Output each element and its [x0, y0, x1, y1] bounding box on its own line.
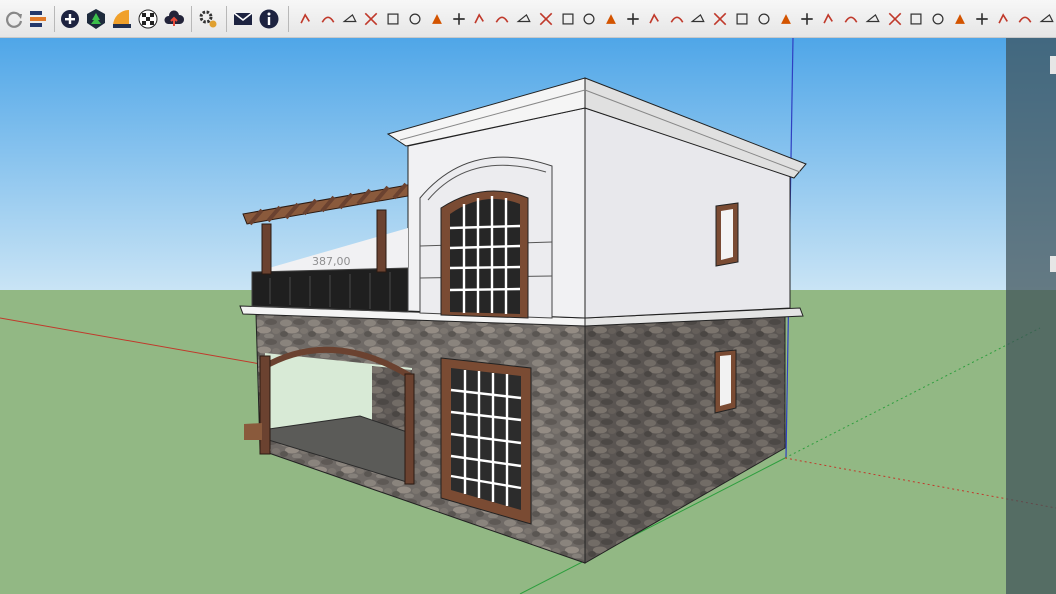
refresh-icon[interactable]	[2, 7, 26, 31]
extension-tool-31-icon[interactable]	[950, 7, 970, 31]
extension-tool-9-icon[interactable]	[470, 7, 490, 31]
checker-material-icon[interactable]	[136, 7, 160, 31]
extension-tool-5-icon[interactable]	[383, 7, 403, 31]
tree-shield-icon[interactable]	[84, 7, 108, 31]
scrollbar-marker	[1050, 256, 1056, 272]
pergola-post-left	[261, 223, 272, 275]
extension-tool-19-icon[interactable]	[688, 7, 708, 31]
extension-tool-14-icon[interactable]	[579, 7, 599, 31]
extension-tool-10-icon[interactable]	[492, 7, 512, 31]
extension-tool-30-icon[interactable]	[928, 7, 948, 31]
upper-side-window-glass	[721, 209, 733, 260]
extension-tool-4-icon[interactable]	[361, 7, 381, 31]
extension-tool-7-icon[interactable]	[427, 7, 447, 31]
extension-tool-24-icon[interactable]	[797, 7, 817, 31]
layers-list-icon[interactable]	[26, 7, 50, 31]
extension-tool-12-icon[interactable]	[536, 7, 556, 31]
extension-tool-3-icon[interactable]	[340, 7, 360, 31]
upper-window-glass	[450, 198, 520, 314]
pergola-post-right	[376, 209, 387, 273]
extension-tool-27-icon[interactable]	[863, 7, 883, 31]
extension-tool-18-icon[interactable]	[667, 7, 687, 31]
toolbar-separator	[288, 6, 289, 32]
3d-scene	[0, 38, 1056, 594]
info-icon[interactable]	[257, 7, 281, 31]
gears-settings-icon[interactable]	[196, 7, 220, 31]
toolbar-separator	[226, 6, 227, 32]
mail-icon[interactable]	[231, 7, 255, 31]
scrollbar-marker	[1050, 56, 1056, 74]
extension-tool-32-icon[interactable]	[972, 7, 992, 31]
extension-tool-1-icon[interactable]	[296, 7, 316, 31]
sun-shadows-icon[interactable]	[110, 7, 134, 31]
extension-tool-16-icon[interactable]	[623, 7, 643, 31]
side-tray-panel	[1006, 38, 1056, 594]
extension-tool-22-icon[interactable]	[754, 7, 774, 31]
extension-tool-26-icon[interactable]	[841, 7, 861, 31]
toolbar-separator	[191, 6, 192, 32]
coordinate-readout: 387,00	[312, 255, 351, 268]
extension-tool-29-icon[interactable]	[906, 7, 926, 31]
extension-tool-11-icon[interactable]	[514, 7, 534, 31]
extension-tool-34-icon[interactable]	[1015, 7, 1035, 31]
extension-tool-8-icon[interactable]	[449, 7, 469, 31]
extension-tool-2-icon[interactable]	[318, 7, 338, 31]
extension-tool-33-icon[interactable]	[994, 7, 1014, 31]
toolbar-separator	[54, 6, 55, 32]
extension-tool-35-icon[interactable]	[1037, 7, 1056, 31]
extension-tool-17-icon[interactable]	[645, 7, 665, 31]
extension-tool-25-icon[interactable]	[819, 7, 839, 31]
porch-beam	[244, 423, 262, 440]
extension-tool-20-icon[interactable]	[710, 7, 730, 31]
porch-right-post	[404, 373, 415, 485]
extension-tool-15-icon[interactable]	[601, 7, 621, 31]
extension-tool-21-icon[interactable]	[732, 7, 752, 31]
add-circle-icon[interactable]	[58, 7, 82, 31]
ground-floor-side-window-glass	[720, 355, 731, 406]
extension-tool-28-icon[interactable]	[885, 7, 905, 31]
cloud-upload-icon[interactable]	[162, 7, 186, 31]
extension-tool-13-icon[interactable]	[558, 7, 578, 31]
extension-tool-23-icon[interactable]	[776, 7, 796, 31]
extension-tool-6-icon[interactable]	[405, 7, 425, 31]
main-toolbar	[0, 0, 1056, 38]
model-viewport[interactable]: 387,00	[0, 38, 1056, 594]
